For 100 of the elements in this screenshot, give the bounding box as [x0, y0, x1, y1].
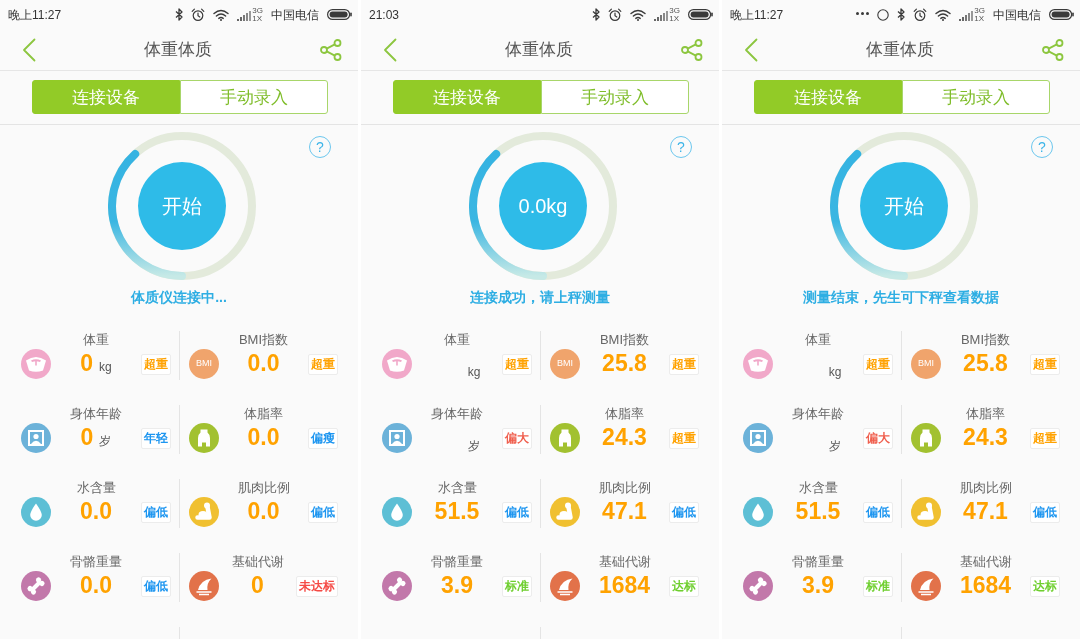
- status-tag: 未达标: [296, 576, 338, 597]
- network-type-label: 1X: [669, 14, 680, 23]
- segment-tab[interactable]: 手动录入: [541, 80, 689, 115]
- battery-icon: [688, 9, 713, 21]
- page-title: 体重体质: [144, 38, 212, 61]
- torso-icon: [550, 423, 580, 453]
- metric-label: 体重: [805, 332, 831, 348]
- metric-label: 肌肉比例: [598, 480, 651, 496]
- fin-icon: [189, 571, 219, 601]
- status-tag: 标准: [863, 576, 893, 597]
- metric-label: 骨骼重量: [792, 554, 844, 570]
- network-type-label: 1X: [974, 14, 985, 23]
- metric-value: 0.0: [247, 350, 280, 376]
- more-dots-icon: [856, 11, 870, 15]
- metric-value: 0.0: [247, 424, 280, 450]
- status-tag: 超重: [1030, 354, 1060, 375]
- metric-value: 0.0: [80, 498, 112, 524]
- metric-label: 身体年龄: [792, 406, 844, 422]
- metric-label: BMI指数: [599, 332, 650, 348]
- connection-message: 体质仪连接中...: [131, 288, 227, 306]
- status-time: 晚上11:27: [8, 6, 62, 24]
- carrier-name: 中国电信: [271, 6, 319, 24]
- portrait-icon: [743, 423, 773, 453]
- signal-bars-icon: [654, 10, 669, 21]
- metric-label: 身体年龄: [70, 406, 122, 422]
- metric-unit: 岁: [829, 439, 841, 453]
- measure-button[interactable]: 开始: [138, 162, 226, 250]
- share-icon[interactable]: [1042, 38, 1064, 61]
- water-drop-icon: [21, 497, 51, 527]
- metric-value: 0: [80, 350, 94, 376]
- water-drop-icon: [382, 497, 412, 527]
- status-tag: 达标: [1030, 576, 1060, 597]
- metric-value: 3.9: [802, 572, 834, 598]
- metric-label: 基础代谢: [959, 554, 1012, 570]
- signal-bars-icon: [959, 10, 974, 21]
- connection-message: 测量结束，先生可下秤查看数据: [803, 288, 999, 306]
- segment-tab[interactable]: 连接设备: [32, 80, 180, 115]
- metric-value: 25.8: [963, 350, 1008, 376]
- metric-value: 47.1: [963, 498, 1008, 524]
- bluetooth-icon: [897, 8, 906, 22]
- wifi-icon: [630, 8, 647, 21]
- status-tag: 超重: [141, 354, 171, 375]
- bone-icon: [21, 571, 51, 601]
- bone-icon: [743, 571, 773, 601]
- metric-value: 1684: [959, 572, 1012, 598]
- torso-icon: [189, 423, 219, 453]
- metric-label: 基础代谢: [598, 554, 651, 570]
- segment-tab[interactable]: 手动录入: [180, 80, 328, 115]
- metric-value: 1684: [598, 572, 651, 598]
- status-tag: 偏低: [308, 502, 338, 523]
- back-icon[interactable]: [22, 37, 36, 62]
- status-tag: 超重: [1030, 428, 1060, 449]
- fin-icon: [550, 571, 580, 601]
- segment-tab[interactable]: 连接设备: [393, 80, 541, 115]
- bluetooth-icon: [592, 8, 601, 22]
- water-drop-icon: [743, 497, 773, 527]
- metric-value: 24.3: [602, 424, 647, 450]
- network-type-label: 3G: [974, 6, 985, 15]
- segment-tab[interactable]: 手动录入: [902, 80, 1050, 115]
- share-icon[interactable]: [681, 38, 703, 61]
- signal-bars-icon: [237, 10, 252, 21]
- bmi-icon: BMI: [911, 349, 941, 379]
- metric-label: 体重: [444, 332, 470, 348]
- status-tag: 超重: [863, 354, 893, 375]
- alarm-clock-icon: [608, 7, 623, 22]
- metric-value: 0: [251, 572, 264, 598]
- metric-value: 3.9: [441, 572, 473, 598]
- measure-button[interactable]: 0.0kg: [499, 162, 587, 250]
- metric-value: 0: [80, 424, 94, 450]
- metric-label: 体脂率: [605, 406, 644, 422]
- metric-label: 基础代谢: [231, 554, 284, 570]
- metric-value: 24.3: [963, 424, 1008, 450]
- portrait-icon: [21, 423, 51, 453]
- bmi-icon: BMI: [550, 349, 580, 379]
- status-tag: 偏低: [502, 502, 532, 523]
- metric-value: 0.0: [247, 498, 280, 524]
- status-tag: 超重: [502, 354, 532, 375]
- metric-label: 肌肉比例: [959, 480, 1012, 496]
- metric-label: 水含量: [437, 480, 477, 496]
- metric-label: BMI指数: [960, 332, 1011, 348]
- metric-unit: kg: [99, 360, 112, 374]
- metric-label: 水含量: [798, 480, 838, 496]
- share-icon[interactable]: [320, 38, 342, 61]
- flexed-arm-icon: [911, 497, 941, 527]
- measure-button[interactable]: 开始: [860, 162, 948, 250]
- scale-icon: [21, 349, 51, 379]
- status-tag: 超重: [669, 354, 699, 375]
- wifi-icon: [213, 8, 230, 21]
- wifi-icon: [935, 8, 952, 21]
- status-tag: 偏低: [141, 502, 171, 523]
- metric-unit: kg: [828, 365, 842, 379]
- alarm-clock-icon: [913, 7, 928, 22]
- alarm-clock-icon: [191, 7, 206, 22]
- back-icon[interactable]: [744, 37, 758, 62]
- back-icon[interactable]: [383, 37, 397, 62]
- segment-tab[interactable]: 连接设备: [754, 80, 902, 115]
- metric-value: 51.5: [434, 498, 480, 524]
- bone-icon: [382, 571, 412, 601]
- network-type-label: 1X: [252, 14, 263, 23]
- status-tag: 偏低: [1030, 502, 1060, 523]
